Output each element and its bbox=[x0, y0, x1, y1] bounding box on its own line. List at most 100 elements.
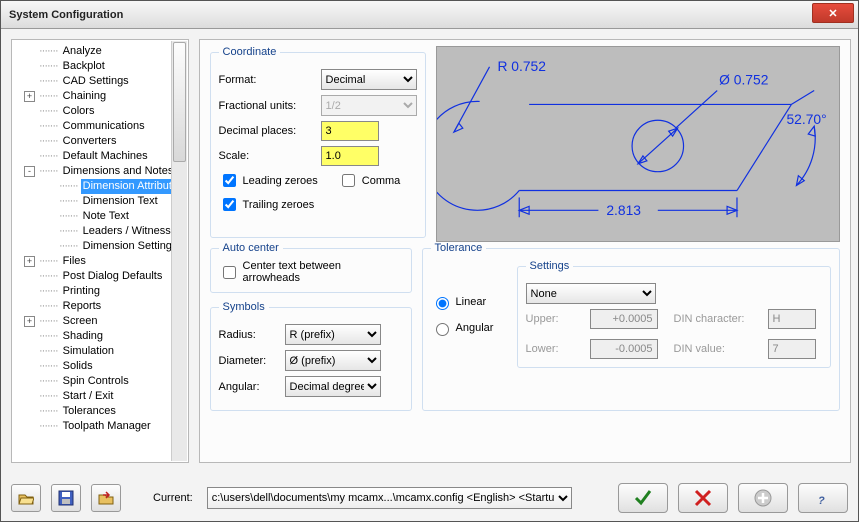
floppy-icon bbox=[58, 490, 74, 506]
tree-item[interactable]: +·······Files bbox=[18, 254, 186, 269]
tree-item[interactable]: ·······Converters bbox=[18, 134, 186, 149]
tree-item[interactable]: ·······Post Dialog Defaults bbox=[18, 269, 186, 284]
leading-checkbox[interactable]: Leading zeroes bbox=[219, 171, 318, 190]
trailing-checkbox[interactable]: Trailing zeroes bbox=[219, 195, 315, 214]
tree-item[interactable]: ·······Dimension Settings bbox=[18, 239, 186, 254]
window-title: System Configuration bbox=[9, 9, 123, 21]
tree-item-label: Communications bbox=[61, 119, 147, 134]
tree-item[interactable]: ·······Dimension Attributes bbox=[18, 179, 186, 194]
open-button[interactable] bbox=[11, 484, 41, 512]
tree-item[interactable]: ·······Communications bbox=[18, 119, 186, 134]
tree-scrollbar[interactable] bbox=[171, 41, 187, 461]
tree-item-label: Note Text bbox=[81, 209, 131, 224]
tree-item[interactable]: ·······Reports bbox=[18, 299, 186, 314]
close-button[interactable]: ✕ bbox=[812, 3, 854, 23]
tree-item-label: Default Machines bbox=[61, 149, 150, 164]
angular-label: Angular: bbox=[219, 381, 279, 393]
angular-select[interactable]: Decimal degrees bbox=[285, 376, 381, 397]
tree-item-label: Simulation bbox=[61, 344, 116, 359]
autocenter-group: Auto center Center text between arrowhea… bbox=[210, 242, 412, 293]
tree-item[interactable]: ·······Tolerances bbox=[18, 404, 186, 419]
svg-text:2.813: 2.813 bbox=[606, 202, 641, 218]
tree-item[interactable]: -·······Dimensions and Notes bbox=[18, 164, 186, 179]
tree-item-label: Files bbox=[61, 254, 88, 269]
tree-item[interactable]: ·······Start / Exit bbox=[18, 389, 186, 404]
tree-item-label: Chaining bbox=[61, 89, 108, 104]
cancel-button[interactable] bbox=[678, 483, 728, 513]
settings-legend: Settings bbox=[526, 260, 574, 272]
help-button[interactable]: ? bbox=[798, 483, 848, 513]
tree-item-label: Dimensions and Notes bbox=[61, 164, 176, 179]
radius-label: Radius: bbox=[219, 329, 279, 341]
tree-item[interactable]: +·······Screen bbox=[18, 314, 186, 329]
ok-button[interactable] bbox=[618, 483, 668, 513]
tree-item[interactable]: ·······Printing bbox=[18, 284, 186, 299]
tree-item-label: Reports bbox=[61, 299, 104, 314]
svg-text:52.70°: 52.70° bbox=[786, 111, 826, 127]
tree-item-label: Backplot bbox=[61, 59, 107, 74]
din-char-label: DIN character: bbox=[674, 313, 760, 325]
radius-select[interactable]: R (prefix) bbox=[285, 324, 381, 345]
format-select[interactable]: Decimal bbox=[321, 69, 417, 90]
tree-item-label: Spin Controls bbox=[61, 374, 131, 389]
tree-item[interactable]: ·······Dimension Text bbox=[18, 194, 186, 209]
symbols-legend: Symbols bbox=[219, 301, 269, 313]
scale-label: Scale: bbox=[219, 150, 315, 162]
merge-button[interactable] bbox=[91, 484, 121, 512]
lower-input bbox=[590, 339, 658, 359]
tree-item[interactable]: ·······Note Text bbox=[18, 209, 186, 224]
tree-item[interactable]: ·······Leaders / Witness bbox=[18, 224, 186, 239]
autocenter-legend: Auto center bbox=[219, 242, 283, 254]
config-path-select[interactable]: c:\users\dell\documents\my mcamx...\mcam… bbox=[207, 487, 572, 509]
upper-label: Upper: bbox=[526, 313, 582, 325]
upper-input bbox=[590, 309, 658, 329]
lower-label: Lower: bbox=[526, 343, 582, 355]
comma-checkbox[interactable]: Comma bbox=[338, 171, 401, 190]
scale-input[interactable] bbox=[321, 146, 379, 166]
tree-item-label: Analyze bbox=[61, 44, 104, 59]
nav-tree[interactable]: ·······Analyze·······Backplot·······CAD … bbox=[11, 39, 189, 463]
tree-item[interactable]: ·······CAD Settings bbox=[18, 74, 186, 89]
svg-text:Ø 0.752: Ø 0.752 bbox=[719, 72, 768, 88]
diameter-select[interactable]: Ø (prefix) bbox=[285, 350, 381, 371]
tree-item-label: Tolerances bbox=[61, 404, 118, 419]
save-button[interactable] bbox=[51, 484, 81, 512]
tree-item[interactable]: ·······Toolpath Manager bbox=[18, 419, 186, 434]
center-text-checkbox[interactable]: Center text between arrowheads bbox=[219, 260, 389, 284]
titlebar: System Configuration ✕ bbox=[1, 1, 858, 29]
decimal-input[interactable] bbox=[321, 121, 379, 141]
tree-item[interactable]: +·······Chaining bbox=[18, 89, 186, 104]
tree-item[interactable]: ·······Shading bbox=[18, 329, 186, 344]
tree-item[interactable]: ·······Simulation bbox=[18, 344, 186, 359]
tree-item-label: Start / Exit bbox=[61, 389, 116, 404]
expand-icon[interactable]: - bbox=[24, 166, 35, 177]
folder-open-icon bbox=[18, 490, 34, 506]
expand-icon[interactable]: + bbox=[24, 91, 35, 102]
tree-item-label: Shading bbox=[61, 329, 105, 344]
linear-radio[interactable]: Linear bbox=[431, 294, 507, 310]
expand-icon[interactable]: + bbox=[24, 316, 35, 327]
folder-arrow-icon bbox=[98, 490, 114, 506]
current-label: Current: bbox=[153, 492, 193, 504]
x-icon bbox=[693, 488, 713, 508]
add-button[interactable] bbox=[738, 483, 788, 513]
config-window: System Configuration ✕ ·······Analyze···… bbox=[0, 0, 859, 522]
din-val-input bbox=[768, 339, 816, 359]
tree-item[interactable]: ·······Analyze bbox=[18, 44, 186, 59]
tree-item[interactable]: ·······Solids bbox=[18, 359, 186, 374]
tolerance-mode-select[interactable]: None bbox=[526, 283, 656, 304]
fractional-select: 1/2 bbox=[321, 95, 417, 116]
decimal-label: Decimal places: bbox=[219, 125, 315, 137]
tree-item-label: Colors bbox=[61, 104, 97, 119]
expand-icon[interactable]: + bbox=[24, 256, 35, 267]
tree-item[interactable]: ·······Spin Controls bbox=[18, 374, 186, 389]
coordinate-legend: Coordinate bbox=[219, 46, 281, 58]
tree-item[interactable]: ·······Default Machines bbox=[18, 149, 186, 164]
check-icon bbox=[633, 488, 653, 508]
tree-item[interactable]: ·······Colors bbox=[18, 104, 186, 119]
din-char-input bbox=[768, 309, 816, 329]
tree-item[interactable]: ·······Backplot bbox=[18, 59, 186, 74]
tolerance-settings-group: Settings None Upper: DIN character: Lowe… bbox=[517, 260, 831, 368]
question-icon: ? bbox=[813, 488, 833, 508]
angular-radio[interactable]: Angular bbox=[431, 320, 507, 336]
